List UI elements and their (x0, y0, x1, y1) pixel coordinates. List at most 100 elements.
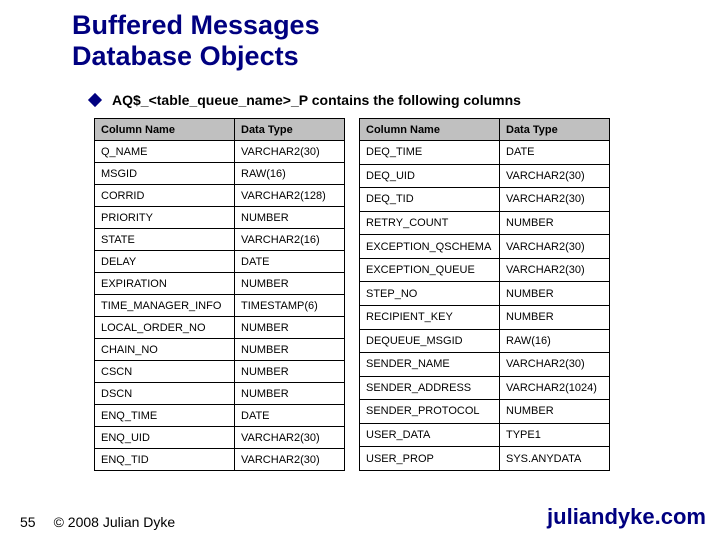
cell-data-type: NUMBER (235, 361, 345, 383)
table-row: MSGIDRAW(16) (95, 163, 345, 185)
table-row: LOCAL_ORDER_NONUMBER (95, 317, 345, 339)
cell-data-type: DATE (235, 405, 345, 427)
table-row: USER_DATATYPE1 (360, 423, 610, 447)
cell-data-type: VARCHAR2(30) (235, 427, 345, 449)
cell-data-type: SYS.ANYDATA (500, 447, 610, 471)
cell-column-name: EXCEPTION_QUEUE (360, 258, 500, 282)
cell-column-name: DEQ_TID (360, 188, 500, 212)
cell-column-name: ENQ_TIME (95, 405, 235, 427)
th-left-type: Data Type (235, 119, 345, 141)
cell-data-type: NUMBER (500, 305, 610, 329)
table-row: DEQ_TIMEDATE (360, 141, 610, 165)
cell-column-name: STATE (95, 229, 235, 251)
cell-column-name: DEQ_TIME (360, 141, 500, 165)
table-row: RECIPIENT_KEYNUMBER (360, 305, 610, 329)
cell-data-type: TYPE1 (500, 423, 610, 447)
slide-title-line1: Buffered Messages (72, 10, 320, 40)
table-row: ENQ_TIDVARCHAR2(30) (95, 449, 345, 471)
table-row: SENDER_PROTOCOLNUMBER (360, 400, 610, 424)
table-row: SENDER_NAMEVARCHAR2(30) (360, 353, 610, 377)
diamond-bullet-icon (88, 93, 102, 107)
cell-data-type: VARCHAR2(30) (235, 449, 345, 471)
copyright: © 2008 Julian Dyke (54, 514, 176, 530)
table-row: ENQ_UIDVARCHAR2(30) (95, 427, 345, 449)
cell-column-name: EXCEPTION_QSCHEMA (360, 235, 500, 259)
cell-column-name: ENQ_TID (95, 449, 235, 471)
cell-column-name: EXPIRATION (95, 273, 235, 295)
table-row: CORRIDVARCHAR2(128) (95, 185, 345, 207)
cell-column-name: LOCAL_ORDER_NO (95, 317, 235, 339)
cell-column-name: USER_PROP (360, 447, 500, 471)
cell-data-type: DATE (235, 251, 345, 273)
cell-data-type: NUMBER (500, 211, 610, 235)
cell-data-type: NUMBER (235, 339, 345, 361)
cell-column-name: MSGID (95, 163, 235, 185)
cell-data-type: NUMBER (235, 207, 345, 229)
cell-column-name: TIME_MANAGER_INFO (95, 295, 235, 317)
table-row: RETRY_COUNTNUMBER (360, 211, 610, 235)
table-row: Q_NAMEVARCHAR2(30) (95, 141, 345, 163)
table-row: DEQ_UIDVARCHAR2(30) (360, 164, 610, 188)
cell-data-type: RAW(16) (235, 163, 345, 185)
page-number: 55 (20, 514, 36, 530)
cell-data-type: NUMBER (235, 273, 345, 295)
cell-data-type: VARCHAR2(30) (500, 164, 610, 188)
th-right-name: Column Name (360, 119, 500, 141)
table-row: CHAIN_NONUMBER (95, 339, 345, 361)
table-row: ENQ_TIMEDATE (95, 405, 345, 427)
cell-column-name: CHAIN_NO (95, 339, 235, 361)
cell-column-name: RECIPIENT_KEY (360, 305, 500, 329)
columns-table-right: Column Name Data Type DEQ_TIMEDATEDEQ_UI… (359, 118, 610, 471)
bullet-row: AQ$_<table_queue_name>_P contains the fo… (90, 92, 521, 108)
cell-column-name: CORRID (95, 185, 235, 207)
cell-column-name: ENQ_UID (95, 427, 235, 449)
table-row: EXPIRATIONNUMBER (95, 273, 345, 295)
slide-title-line2: Database Objects (72, 41, 299, 71)
cell-data-type: RAW(16) (500, 329, 610, 353)
cell-column-name: Q_NAME (95, 141, 235, 163)
table-row: EXCEPTION_QSCHEMAVARCHAR2(30) (360, 235, 610, 259)
footer: 55 © 2008 Julian Dyke juliandyke.com (0, 504, 720, 530)
cell-column-name: DEQUEUE_MSGID (360, 329, 500, 353)
table-row: CSCNNUMBER (95, 361, 345, 383)
cell-data-type: TIMESTAMP(6) (235, 295, 345, 317)
cell-data-type: VARCHAR2(1024) (500, 376, 610, 400)
cell-column-name: SENDER_NAME (360, 353, 500, 377)
site-url: juliandyke.com (547, 504, 706, 530)
cell-column-name: DSCN (95, 383, 235, 405)
cell-data-type: NUMBER (235, 383, 345, 405)
table-row: SENDER_ADDRESSVARCHAR2(1024) (360, 376, 610, 400)
cell-data-type: DATE (500, 141, 610, 165)
cell-column-name: SENDER_ADDRESS (360, 376, 500, 400)
table-row: USER_PROPSYS.ANYDATA (360, 447, 610, 471)
columns-table-left: Column Name Data Type Q_NAMEVARCHAR2(30)… (94, 118, 345, 471)
table-row: TIME_MANAGER_INFOTIMESTAMP(6) (95, 295, 345, 317)
cell-data-type: NUMBER (235, 317, 345, 339)
table-row: STEP_NONUMBER (360, 282, 610, 306)
th-left-name: Column Name (95, 119, 235, 141)
cell-data-type: VARCHAR2(30) (235, 141, 345, 163)
table-row: PRIORITYNUMBER (95, 207, 345, 229)
table-row: DELAYDATE (95, 251, 345, 273)
bullet-text: AQ$_<table_queue_name>_P contains the fo… (112, 92, 521, 108)
table-row: DEQ_TIDVARCHAR2(30) (360, 188, 610, 212)
tables-container: Column Name Data Type Q_NAMEVARCHAR2(30)… (94, 118, 610, 471)
th-right-type: Data Type (500, 119, 610, 141)
cell-column-name: USER_DATA (360, 423, 500, 447)
cell-data-type: VARCHAR2(30) (500, 235, 610, 259)
cell-data-type: VARCHAR2(30) (500, 188, 610, 212)
table-row: DSCNNUMBER (95, 383, 345, 405)
cell-data-type: VARCHAR2(16) (235, 229, 345, 251)
cell-data-type: NUMBER (500, 400, 610, 424)
cell-data-type: VARCHAR2(128) (235, 185, 345, 207)
cell-column-name: RETRY_COUNT (360, 211, 500, 235)
table-row: STATEVARCHAR2(16) (95, 229, 345, 251)
cell-column-name: PRIORITY (95, 207, 235, 229)
cell-data-type: VARCHAR2(30) (500, 353, 610, 377)
cell-column-name: SENDER_PROTOCOL (360, 400, 500, 424)
cell-column-name: DELAY (95, 251, 235, 273)
cell-data-type: VARCHAR2(30) (500, 258, 610, 282)
cell-data-type: NUMBER (500, 282, 610, 306)
cell-column-name: STEP_NO (360, 282, 500, 306)
cell-column-name: DEQ_UID (360, 164, 500, 188)
